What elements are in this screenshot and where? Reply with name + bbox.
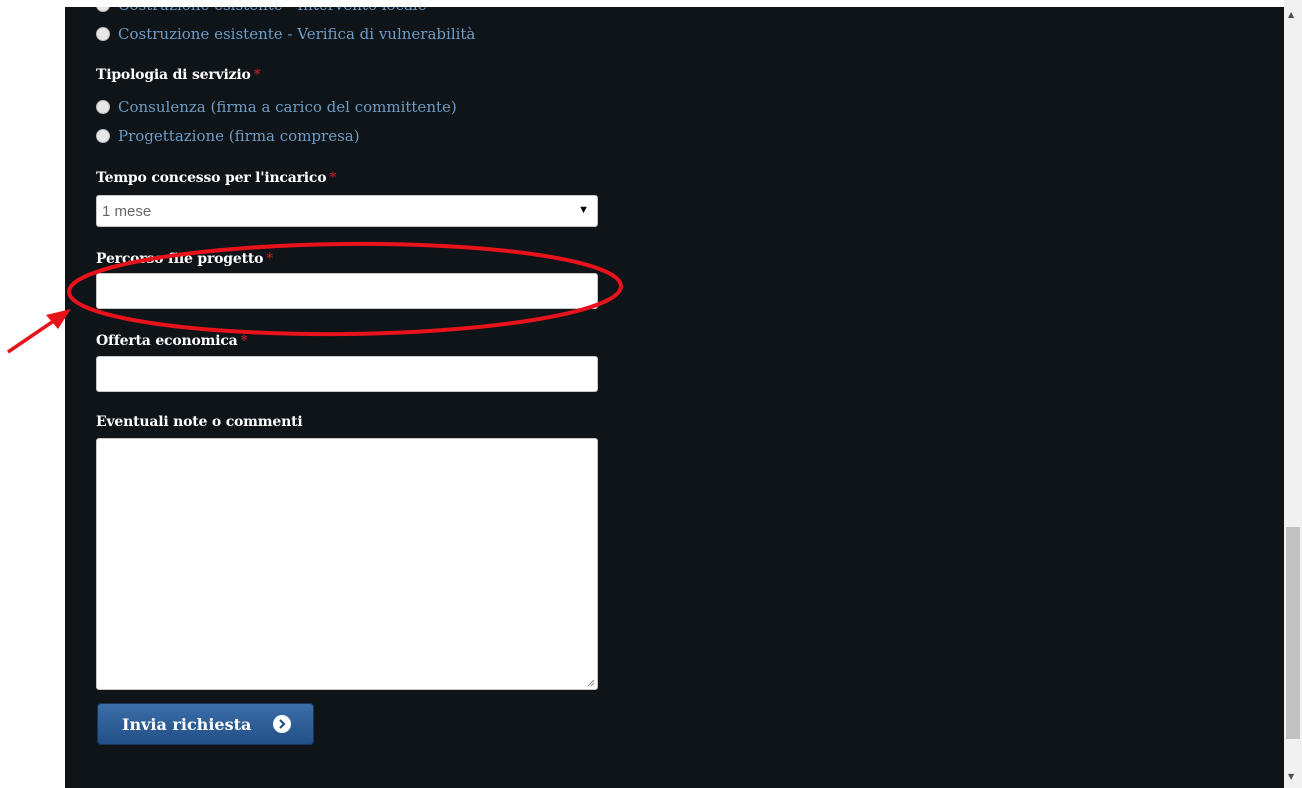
offerta-input[interactable] xyxy=(96,356,598,392)
select-value: 1 mese xyxy=(102,203,152,220)
required-mark: * xyxy=(253,67,261,83)
radio-label: Consulenza (firma a carico del committen… xyxy=(118,98,457,116)
annotation-arrow-line xyxy=(7,316,59,354)
chevron-right-icon xyxy=(273,715,292,733)
radio-label: Costruzione esistente - Verifica di vuln… xyxy=(118,25,476,43)
top-edge-mask xyxy=(0,0,1284,7)
required-mark: * xyxy=(240,333,248,349)
scroll-down-arrow-icon[interactable]: ▼ xyxy=(1288,772,1294,781)
note-label: Eventuali note o commenti xyxy=(96,414,303,430)
label-text: Eventuali note o commenti xyxy=(96,414,303,430)
label-text: Tipologia di servizio xyxy=(96,67,251,83)
radio-verifica-vulnerabilita[interactable]: Costruzione esistente - Verifica di vuln… xyxy=(96,25,475,43)
submit-button[interactable]: Invia richiesta xyxy=(97,703,314,745)
required-mark: * xyxy=(266,251,274,267)
radio-circle-icon xyxy=(96,100,110,114)
resize-grip-icon[interactable] xyxy=(587,679,595,687)
percorso-input[interactable] xyxy=(96,273,598,309)
tempo-label: Tempo concesso per l'incarico * xyxy=(96,170,336,186)
radio-progettazione[interactable]: Progettazione (firma compresa) xyxy=(96,127,360,145)
required-mark: * xyxy=(329,170,337,186)
radio-label: Progettazione (firma compresa) xyxy=(118,127,360,145)
radio-circle-icon xyxy=(96,27,110,41)
caret-down-icon: ▼ xyxy=(578,204,589,216)
label-text: Offerta economica xyxy=(96,333,238,349)
scrollbar-thumb[interactable] xyxy=(1286,527,1300,739)
tipologia-servizio-label: Tipologia di servizio * xyxy=(96,67,261,83)
note-textarea[interactable] xyxy=(96,438,598,690)
radio-consulenza[interactable]: Consulenza (firma a carico del committen… xyxy=(96,98,457,116)
offerta-label: Offerta economica * xyxy=(96,333,248,349)
submit-label: Invia richiesta xyxy=(122,714,252,734)
label-text: Tempo concesso per l'incarico xyxy=(96,170,327,186)
tempo-select[interactable]: 1 mese ▼ xyxy=(96,195,598,227)
percorso-label: Percorso file progetto * xyxy=(96,251,273,267)
scroll-up-arrow-icon[interactable]: ▲ xyxy=(1288,10,1294,19)
radio-circle-icon xyxy=(96,129,110,143)
label-text: Percorso file progetto xyxy=(96,251,264,267)
